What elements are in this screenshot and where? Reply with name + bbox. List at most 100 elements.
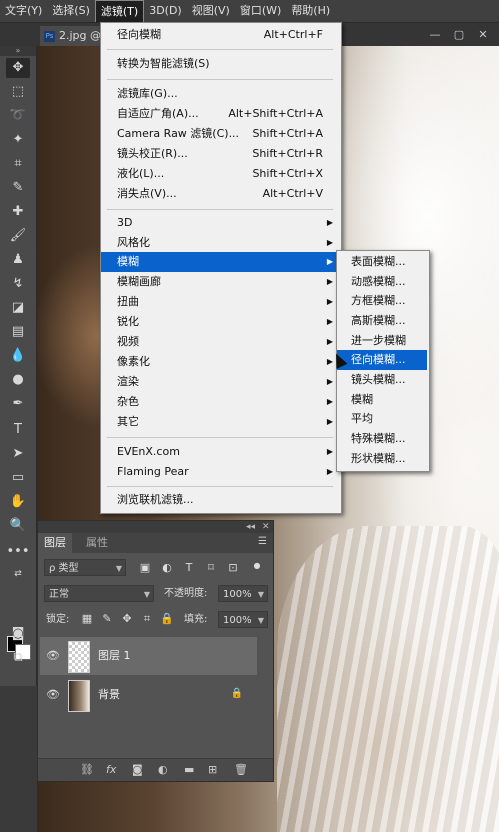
submenu-item-average[interactable]: 平均 xyxy=(337,409,427,429)
menu-item-adaptive-wide-angle[interactable]: 自适应广角(A)... Alt+Shift+Ctrl+A xyxy=(101,104,339,124)
menu-item-noise[interactable]: 杂色 ▶ xyxy=(101,392,339,412)
trash-icon[interactable]: 🗑 xyxy=(234,763,248,776)
screen-mode-icon[interactable]: ⧉ xyxy=(6,648,30,668)
submenu-item-gaussian-blur[interactable]: 高斯模糊... xyxy=(337,311,427,331)
submenu-item-blur-more[interactable]: 进一步模糊 xyxy=(337,331,427,351)
layer-filter-select[interactable]: ρ 类型 ▼ xyxy=(44,559,126,576)
menu-item-blur-gallery[interactable]: 模糊画廊 ▶ xyxy=(101,272,339,292)
lock-image-pixels-icon[interactable]: ✎ xyxy=(100,612,114,626)
stamp-tool-icon[interactable]: ♟ xyxy=(6,250,30,270)
menu-item-pixelate[interactable]: 像素化 ▶ xyxy=(101,352,339,372)
new-layer-icon[interactable]: ⊞ xyxy=(208,763,217,776)
filter-pixel-icon[interactable]: ▣ xyxy=(138,561,152,575)
more-tools-icon[interactable]: ••• xyxy=(6,542,30,562)
menu-help[interactable]: 帮助(H) xyxy=(286,0,335,22)
path-selection-tool-icon[interactable]: ➤ xyxy=(6,444,30,464)
tab-layers[interactable]: 图层 xyxy=(38,533,72,553)
lasso-tool-icon[interactable]: ➰ xyxy=(6,106,30,126)
healing-brush-tool-icon[interactable]: ✚ xyxy=(6,202,30,222)
zoom-tool-icon[interactable]: 🔍 xyxy=(6,516,30,536)
menu-item-stylize[interactable]: 风格化 ▶ xyxy=(101,233,339,253)
lock-artboard-icon[interactable]: ⌗ xyxy=(140,612,154,626)
menu-item-3d[interactable]: 3D ▶ xyxy=(101,213,339,233)
layer-row[interactable]: 👁 图层 1 xyxy=(40,637,257,675)
fill-input[interactable]: 100% ▼ xyxy=(218,611,268,628)
pen-tool-icon[interactable]: ✒ xyxy=(6,394,30,414)
document-tab[interactable]: Ps 2.jpg @ xyxy=(40,26,100,46)
blend-mode-select[interactable]: 正常 ▼ xyxy=(44,585,154,602)
menu-window[interactable]: 窗口(W) xyxy=(235,0,286,22)
menu-filter[interactable]: 滤镜(T) xyxy=(94,0,145,22)
swap-colors-icon[interactable]: ⇄ xyxy=(6,564,30,584)
type-tool-icon[interactable]: T xyxy=(6,420,30,440)
rectangle-tool-icon[interactable]: ▭ xyxy=(6,468,30,488)
menu-item-video[interactable]: 视频 ▶ xyxy=(101,332,339,352)
gradient-tool-icon[interactable]: ▤ xyxy=(6,322,30,342)
eraser-tool-icon[interactable]: ◪ xyxy=(6,298,30,318)
submenu-item-shape-blur[interactable]: 形状模糊... xyxy=(337,449,427,469)
new-group-icon[interactable]: ▬ xyxy=(184,763,194,776)
menu-item-evenx[interactable]: EVEnX.com ▶ xyxy=(101,442,339,462)
menu-view[interactable]: 视图(V) xyxy=(187,0,235,22)
restore-button[interactable]: ▢ xyxy=(452,29,466,41)
submenu-item-smart-blur[interactable]: 特殊模糊... xyxy=(337,429,427,449)
lock-transparent-pixels-icon[interactable]: ▦ xyxy=(80,612,94,626)
menu-type[interactable]: 文字(Y) xyxy=(0,0,47,22)
filter-toggle-icon[interactable]: ● xyxy=(250,559,264,573)
submenu-item-lens-blur[interactable]: 镜头模糊... xyxy=(337,370,427,390)
filter-smart-object-icon[interactable]: ⊡ xyxy=(226,561,240,575)
menu-item-browse-online-filters[interactable]: 浏览联机滤镜... xyxy=(101,490,339,510)
filter-adjustment-icon[interactable]: ◐ xyxy=(160,561,174,575)
quick-mask-icon[interactable]: ◙ xyxy=(6,624,30,644)
layer-row[interactable]: 👁 背景 🔒 xyxy=(40,676,257,714)
submenu-item-radial-blur[interactable]: 径向模糊... xyxy=(337,350,427,370)
menu-item-camera-raw-filter[interactable]: Camera Raw 滤镜(C)... Shift+Ctrl+A xyxy=(101,124,339,144)
tab-properties[interactable]: 属性 xyxy=(80,533,114,553)
blur-tool-icon[interactable]: 💧 xyxy=(6,346,30,366)
eye-icon[interactable]: 👁 xyxy=(46,649,60,662)
menu-item-lens-correction[interactable]: 镜头校正(R)... Shift+Ctrl+R xyxy=(101,144,339,164)
menu-item-last-filter[interactable]: 径向模糊 Alt+Ctrl+F xyxy=(101,25,339,45)
crop-tool-icon[interactable]: ⌗ xyxy=(6,154,30,174)
menu-item-liquify[interactable]: 液化(L)... Shift+Ctrl+X xyxy=(101,164,339,184)
new-adjustment-layer-icon[interactable]: ◐ xyxy=(158,763,168,776)
dodge-tool-icon[interactable]: ● xyxy=(6,370,30,390)
marquee-tool-icon[interactable]: ⬚ xyxy=(6,82,30,102)
submenu-item-box-blur[interactable]: 方框模糊... xyxy=(337,291,427,311)
add-mask-icon[interactable]: ◙ xyxy=(132,763,143,776)
close-panel-icon[interactable]: ✕ xyxy=(262,521,270,533)
submenu-item-surface-blur[interactable]: 表面模糊... xyxy=(337,252,427,272)
minimize-button[interactable]: — xyxy=(428,29,442,41)
filter-shape-icon[interactable]: ⌑ xyxy=(204,561,218,575)
filter-type-icon[interactable]: T xyxy=(182,561,196,575)
menu-item-filter-gallery[interactable]: 滤镜库(G)... xyxy=(101,84,339,104)
menu-item-flaming-pear[interactable]: Flaming Pear ▶ xyxy=(101,462,339,482)
lock-all-icon[interactable]: 🔒 xyxy=(160,612,174,626)
eye-icon[interactable]: 👁 xyxy=(46,688,60,701)
submenu-item-blur[interactable]: 模糊 xyxy=(337,390,427,410)
close-button[interactable]: ✕ xyxy=(476,29,490,41)
lock-position-icon[interactable]: ✥ xyxy=(120,612,134,626)
hand-tool-icon[interactable]: ✋ xyxy=(6,492,30,512)
menu-item-distort[interactable]: 扭曲 ▶ xyxy=(101,292,339,312)
move-tool-icon[interactable]: ✥ xyxy=(6,58,30,78)
magic-wand-tool-icon[interactable]: ✦ xyxy=(6,130,30,150)
menu-item-vanishing-point[interactable]: 消失点(V)... Alt+Ctrl+V xyxy=(101,184,339,204)
link-layers-icon[interactable]: ⛓ xyxy=(80,763,94,776)
collapse-panel-icon[interactable]: ◂◂ xyxy=(246,521,255,533)
menu-item-convert-smart-filter[interactable]: 转换为智能滤镜(S) xyxy=(101,54,339,74)
panel-menu-icon[interactable]: ☰ xyxy=(258,536,267,547)
menu-item-sharpen[interactable]: 锐化 ▶ xyxy=(101,312,339,332)
lock-icon[interactable]: 🔒 xyxy=(231,688,243,699)
layer-style-fx-icon[interactable]: fx xyxy=(106,763,116,776)
opacity-input[interactable]: 100% ▼ xyxy=(218,585,268,602)
brush-tool-icon[interactable]: 🖌 xyxy=(6,226,30,246)
toolbar-grip[interactable]: » xyxy=(0,46,36,56)
menu-item-blur[interactable]: 模糊 ▶ xyxy=(101,252,339,272)
submenu-item-motion-blur[interactable]: 动感模糊... xyxy=(337,272,427,292)
eyedropper-tool-icon[interactable]: ✎ xyxy=(6,178,30,198)
menu-3d[interactable]: 3D(D) xyxy=(144,0,187,22)
history-brush-tool-icon[interactable]: ↯ xyxy=(6,274,30,294)
menu-select[interactable]: 选择(S) xyxy=(47,0,95,22)
menu-item-other[interactable]: 其它 ▶ xyxy=(101,412,339,432)
